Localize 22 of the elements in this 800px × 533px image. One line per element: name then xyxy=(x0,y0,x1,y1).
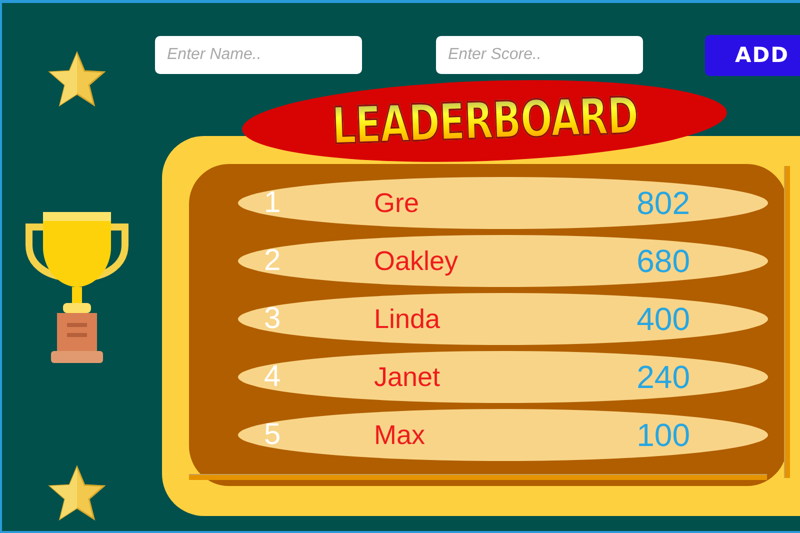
rank-number: 4 xyxy=(264,362,281,392)
player-score: 680 xyxy=(636,245,690,277)
add-button[interactable]: ADD xyxy=(705,34,800,76)
player-score: 802 xyxy=(636,187,690,219)
player-name: Gre xyxy=(374,190,420,216)
score-input-field[interactable]: Enter Score.. xyxy=(436,36,643,74)
player-score: 100 xyxy=(636,419,690,451)
player-score: 240 xyxy=(636,361,690,393)
star-icon xyxy=(48,51,106,109)
name-input-field[interactable]: Enter Name.. xyxy=(155,36,362,74)
rank-number: 5 xyxy=(264,420,281,450)
rank-number: 2 xyxy=(264,246,281,276)
star-icon xyxy=(48,465,106,523)
player-score: 400 xyxy=(636,303,690,335)
player-name: Oakley xyxy=(374,248,458,274)
rank-number: 1 xyxy=(264,188,281,218)
vertical-scrollbar[interactable] xyxy=(784,166,790,478)
player-name: Max xyxy=(374,422,426,448)
horizontal-scrollbar[interactable] xyxy=(189,474,767,480)
rank-number: 3 xyxy=(264,304,281,334)
player-name: Linda xyxy=(374,306,440,332)
player-name: Janet xyxy=(374,364,440,390)
